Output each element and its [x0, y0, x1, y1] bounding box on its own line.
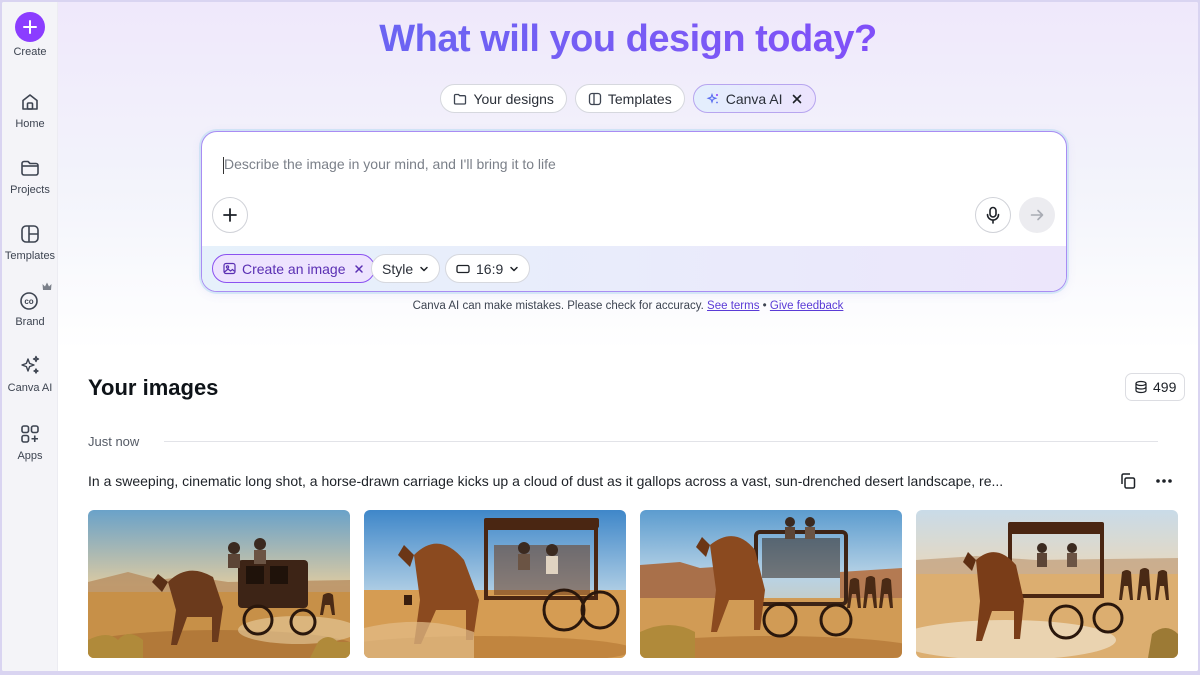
add-attachment-button[interactable] — [212, 197, 248, 233]
tab-label: Canva AI — [725, 90, 783, 107]
divider — [164, 441, 1158, 442]
see-terms-link[interactable]: See terms — [707, 300, 759, 312]
chip-label: 16:9 — [476, 260, 504, 277]
sidebar: Create Home Projects Templates co Brand … — [2, 2, 58, 671]
sidebar-item-label: Home — [15, 118, 45, 130]
prompt-input[interactable] — [224, 156, 1044, 172]
main-content: What will you design today? Your designs… — [58, 2, 1198, 671]
sidebar-item-apps[interactable]: Apps — [2, 422, 58, 462]
image-results-grid — [88, 510, 1178, 658]
more-horizontal-icon — [1156, 479, 1172, 483]
generation-prompt-text: In a sweeping, cinematic long shot, a ho… — [88, 473, 1004, 489]
templates-icon — [588, 92, 602, 105]
create-image-chip[interactable]: Create an image — [212, 254, 375, 283]
sparkle-icon — [18, 354, 42, 378]
give-feedback-link[interactable]: Give feedback — [770, 300, 844, 312]
sparkle-icon — [706, 92, 718, 104]
chevron-down-icon — [510, 266, 518, 271]
sidebar-item-label: Brand — [15, 316, 45, 328]
home-icon — [18, 90, 42, 114]
close-icon[interactable] — [791, 93, 803, 105]
image-result-2[interactable] — [364, 510, 626, 658]
brand-icon: co — [18, 282, 52, 312]
copy-icon — [1121, 473, 1136, 489]
tab-label: Your designs — [473, 90, 554, 107]
templates-icon — [18, 222, 42, 246]
submit-prompt-button[interactable] — [1019, 197, 1055, 233]
sidebar-item-home[interactable]: Home — [2, 90, 58, 130]
sidebar-item-canva-ai[interactable]: Canva AI — [2, 354, 58, 394]
microphone-icon — [986, 206, 1000, 224]
folder-icon — [18, 156, 42, 180]
folder-icon — [454, 93, 467, 105]
sidebar-item-brand[interactable]: co Brand — [2, 282, 58, 328]
arrow-right-icon — [1030, 209, 1044, 221]
separator: • — [762, 300, 767, 312]
voice-input-button[interactable] — [975, 197, 1011, 233]
plus-icon — [223, 208, 237, 222]
ai-disclaimer: Canva AI can make mistakes. Please check… — [58, 300, 1198, 312]
aspect-ratio-icon — [456, 264, 470, 273]
tab-your-designs[interactable]: Your designs — [440, 84, 567, 113]
app-window: Create Home Projects Templates co Brand … — [2, 2, 1198, 671]
prompt-options-bar: Create an image Style 16:9 — [202, 246, 1066, 291]
chevron-down-icon — [420, 266, 428, 271]
style-dropdown[interactable]: Style — [371, 254, 441, 283]
sidebar-item-create[interactable]: Create — [2, 12, 58, 58]
sidebar-item-label: Apps — [17, 450, 43, 462]
search-mode-tabs: Your designs Templates Canva AI — [58, 84, 1198, 113]
image-icon — [223, 262, 236, 275]
plus-icon — [15, 12, 45, 42]
sidebar-item-templates[interactable]: Templates — [2, 222, 58, 262]
image-result-3[interactable] — [640, 510, 902, 658]
chip-label: Style — [382, 260, 414, 277]
sidebar-item-label: Templates — [4, 250, 56, 262]
sidebar-item-label: Canva AI — [7, 382, 53, 394]
coins-icon — [1135, 380, 1147, 394]
ai-prompt-box: Create an image Style 16:9 — [201, 131, 1067, 292]
aspect-ratio-dropdown[interactable]: 16:9 — [445, 254, 531, 283]
credits-count: 499 — [1153, 379, 1177, 395]
apps-icon — [18, 422, 42, 446]
page-title: What will you design today? — [58, 18, 1198, 61]
image-result-4[interactable] — [916, 510, 1178, 658]
image-result-1[interactable] — [88, 510, 350, 658]
crown-icon — [42, 282, 52, 290]
timestamp-label: Just now — [88, 434, 140, 449]
sidebar-item-label: Projects — [10, 184, 50, 196]
chip-label: Create an image — [242, 260, 346, 277]
tab-label: Templates — [607, 90, 672, 107]
sidebar-item-projects[interactable]: Projects — [2, 156, 58, 196]
sidebar-item-label: Create — [13, 46, 47, 58]
credits-badge[interactable]: 499 — [1125, 373, 1186, 401]
copy-prompt-button[interactable] — [1114, 467, 1142, 495]
tab-templates[interactable]: Templates — [574, 84, 685, 113]
close-icon[interactable] — [354, 264, 364, 274]
disclaimer-text: Canva AI can make mistakes. Please check… — [412, 300, 704, 312]
more-options-button[interactable] — [1150, 467, 1178, 495]
tab-canva-ai[interactable]: Canva AI — [692, 84, 816, 113]
svg-text:co: co — [24, 297, 33, 306]
section-title: Your images — [88, 375, 219, 400]
